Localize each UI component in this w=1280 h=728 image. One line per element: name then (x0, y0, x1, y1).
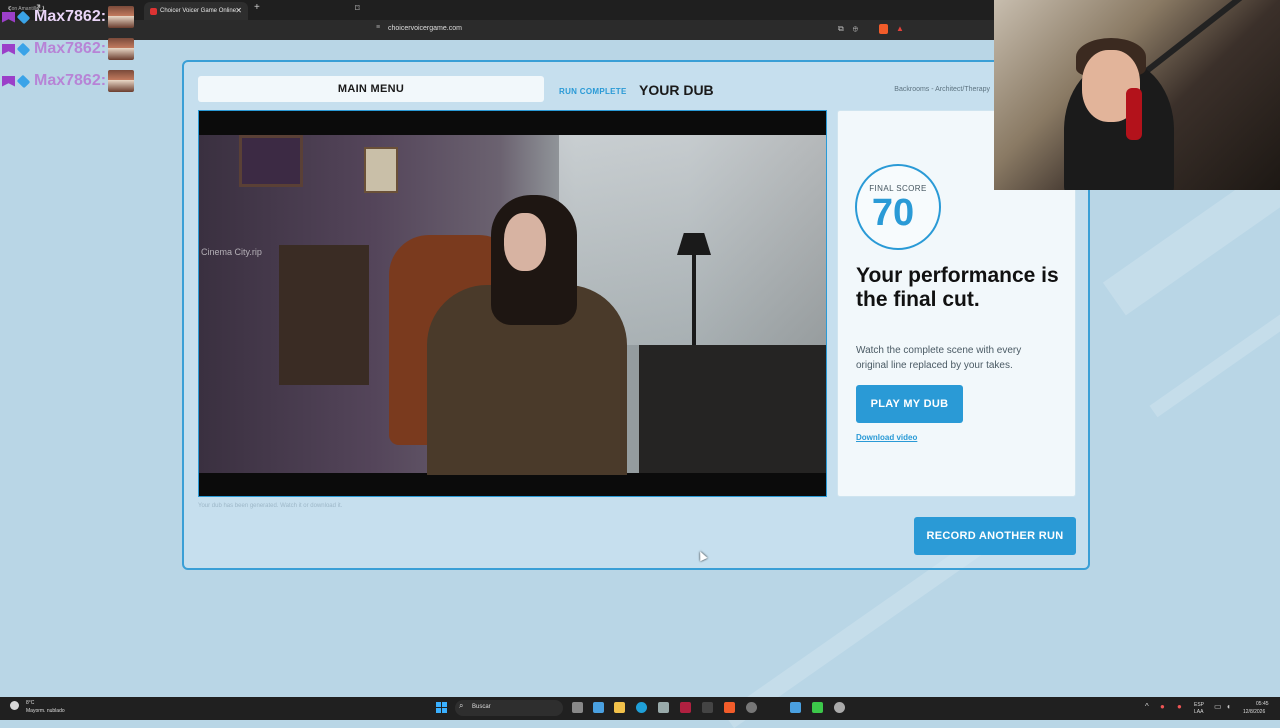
scene-bookshelf (279, 245, 369, 385)
edge-icon[interactable] (636, 702, 647, 713)
chat-emote-icon (108, 38, 135, 60)
video-player[interactable]: Cinema City.rip (198, 110, 827, 497)
video-watermark: Cinema City.rip (201, 247, 262, 257)
diamond-badge-icon (16, 74, 31, 88)
score-value: 70 (871, 192, 915, 234)
app-fe-icon[interactable] (680, 702, 691, 713)
diamond-badge-icon (16, 10, 31, 24)
tray-app-icon[interactable]: ● (1160, 702, 1165, 711)
tray-mic-icon[interactable]: ● (1177, 702, 1182, 711)
chat-username: Max7862: (34, 40, 107, 57)
volume-icon[interactable]: ◖ (1226, 702, 1231, 711)
webcam-overlay (994, 0, 1280, 190)
mic-arm (1142, 0, 1249, 76)
scene-person-face (504, 213, 546, 271)
file-explorer-icon[interactable] (614, 702, 625, 713)
tray-chevron-icon[interactable]: ^ (1145, 702, 1149, 711)
scene-frame (364, 147, 398, 193)
toolbar-icons[interactable]: ⧉⊕ (838, 24, 867, 34)
language-sub-indicator[interactable]: LAA (1194, 709, 1203, 715)
task-view-icon[interactable] (572, 702, 583, 713)
result-description: Watch the complete scene with every orig… (856, 345, 1022, 371)
chat-line: Max7862: (2, 6, 135, 28)
run-status-label: RUN COMPLETE (559, 87, 627, 96)
main-menu-button[interactable]: MAIN MENU (198, 76, 544, 102)
windows-start-icon[interactable] (436, 702, 447, 713)
chat-username: Max7862: (34, 8, 107, 25)
warning-icon[interactable]: ▲ (896, 24, 904, 33)
result-headline: Your performance is the final cut. (856, 264, 1059, 311)
play-my-dub-button[interactable]: PLAY MY DUB (856, 385, 963, 423)
language-indicator[interactable]: ESP (1194, 702, 1204, 708)
scene-desk (639, 345, 826, 473)
notepad-icon[interactable] (790, 702, 801, 713)
calculator-icon[interactable] (658, 702, 669, 713)
search-icon: ⌕ (459, 701, 464, 710)
video-frame: Cinema City.rip (199, 135, 826, 475)
widgets-icon[interactable] (593, 702, 604, 713)
chat-emote-icon (108, 6, 135, 28)
scene-lamp-stem (692, 255, 696, 345)
record-another-run-button[interactable]: RECORD ANOTHER RUN (914, 517, 1076, 555)
network-icon[interactable]: ▭ (1214, 702, 1222, 711)
app-green-icon[interactable] (812, 702, 823, 713)
url-text[interactable]: choicervoicergame.com (388, 25, 462, 32)
scene-painting (239, 135, 303, 187)
breadcrumb: Backrooms - Architect/Therapy (894, 86, 990, 93)
site-settings-icon[interactable]: ≡ (376, 24, 380, 31)
weather-icon[interactable] (10, 701, 19, 710)
diamond-badge-icon (16, 42, 31, 56)
close-tab-icon[interactable]: ✕ (235, 2, 242, 20)
chat-username: Max7862: (34, 72, 107, 89)
section-title: YOUR DUB (639, 82, 714, 98)
settings-gear-icon[interactable] (834, 702, 845, 713)
browser-tab[interactable]: Choicer Voicer Game Online ✕ (144, 2, 248, 20)
bookmark-icon[interactable]: ⌑ (355, 3, 360, 14)
video-hint: Your dub has been generated. Watch it or… (198, 503, 343, 509)
brave-taskbar-icon[interactable] (724, 702, 735, 713)
tab-title: Choicer Voicer Game Online (160, 8, 237, 14)
brave-shield-icon[interactable] (879, 24, 888, 34)
microphone-icon (1126, 88, 1142, 140)
subscriber-badge-icon (2, 75, 15, 87)
new-tab-icon[interactable]: + (254, 2, 260, 13)
clock-time[interactable]: 05:45 (1256, 701, 1269, 707)
download-video-link[interactable]: Download video (856, 433, 917, 442)
subscriber-badge-icon (2, 11, 15, 23)
obs-icon[interactable] (746, 702, 757, 713)
app-mm-icon[interactable] (702, 702, 713, 713)
weather-description[interactable]: Mayorm. nublado (26, 708, 65, 714)
chat-line: Max7862: (2, 70, 135, 92)
site-favicon-icon (150, 7, 157, 15)
chat-line: Max7862: (2, 38, 135, 60)
weather-temperature[interactable]: 8°C (26, 700, 34, 706)
chat-emote-icon (108, 70, 135, 92)
clock-date[interactable]: 12/8/2026 (1243, 709, 1265, 715)
taskbar-search-placeholder[interactable]: Buscar (472, 704, 491, 710)
subscriber-badge-icon (2, 43, 15, 55)
